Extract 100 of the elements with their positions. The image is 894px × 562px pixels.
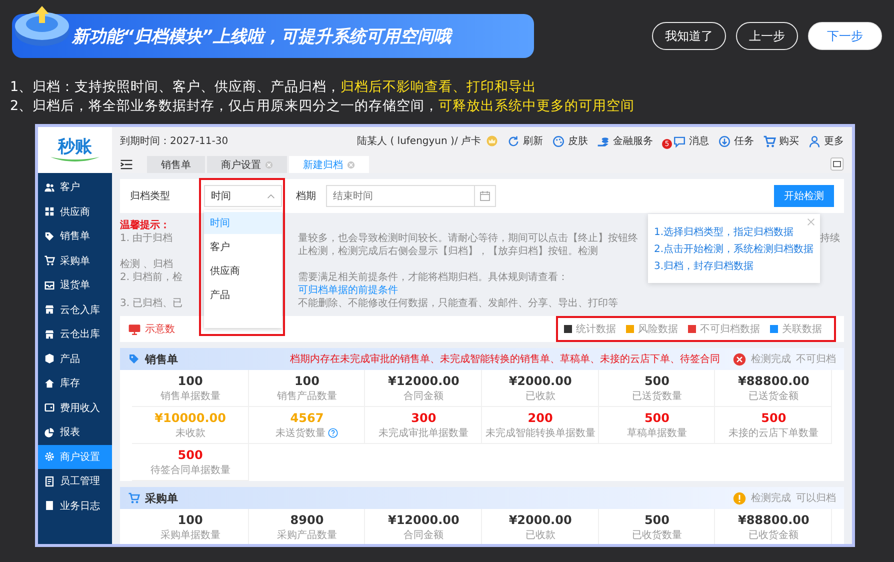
result-text: 不可归档 xyxy=(796,352,836,366)
cart-icon xyxy=(44,255,55,266)
tab[interactable]: 销售单 xyxy=(147,156,205,173)
sidebar-item[interactable]: 报表 xyxy=(38,420,112,444)
stat-value: 300 xyxy=(411,410,436,426)
stat-value: 8900 xyxy=(290,512,324,528)
sidebar-item[interactable]: 退货单 xyxy=(38,273,112,298)
stat-label: 未完成审批单据数量 xyxy=(378,426,469,440)
field-label: 归档类型 xyxy=(130,190,171,203)
card-title: 采购单 xyxy=(145,490,178,506)
stat-value: 100 xyxy=(294,374,320,388)
guide-step: 1.选择归档类型，指定归档数据 xyxy=(654,224,794,241)
stat-label: 已收货金额 xyxy=(748,528,799,542)
sidebar-item[interactable]: 采购单 xyxy=(38,248,112,273)
document-icon xyxy=(44,476,55,487)
stat-value: ¥2000.00 xyxy=(508,512,572,528)
error-icon xyxy=(733,352,746,366)
stat-label: 销售产品数量 xyxy=(276,390,337,402)
note-text: 不能删除、不能修改任何数据，只能查看、发邮件、分享、导出、打印等 xyxy=(298,298,618,309)
user-name: 陆某人 ( lufengyun )/ 卢卡 xyxy=(357,134,481,148)
store-icon xyxy=(44,328,55,340)
menu-icon[interactable] xyxy=(120,158,133,171)
date-field[interactable]: 结束时间 xyxy=(326,185,475,207)
guide-button[interactable]: 下一步 xyxy=(808,22,882,50)
blocks-icon xyxy=(44,206,55,218)
dropdown-option[interactable]: 供应商 xyxy=(204,260,282,282)
stat-label: 合同金额 xyxy=(404,528,444,542)
stat-value: ¥12000.00 xyxy=(388,512,460,528)
sidebar-item[interactable]: 云仓入库 xyxy=(38,298,112,322)
store-icon xyxy=(44,304,55,316)
window-icon[interactable] xyxy=(830,157,844,171)
note-text: 需要满足相关前提条件，才能将档期归档。具体规则请查看： xyxy=(298,272,568,283)
result-text: 可以归档 xyxy=(796,492,836,505)
status-text: 检测完成 xyxy=(751,352,791,366)
stat-label: 草稿单据数量 xyxy=(626,426,687,440)
monitor-icon xyxy=(128,322,141,336)
stat-value: 500 xyxy=(761,410,786,426)
stat-value: 500 xyxy=(644,374,670,388)
close-icon[interactable] xyxy=(807,218,815,226)
stat-label: 采购产品数量 xyxy=(276,528,337,542)
toolbar-button[interactable]: 购买 xyxy=(763,134,799,148)
status-text: 检测完成 xyxy=(751,492,791,505)
legend-label: 关联数据 xyxy=(782,322,822,336)
guide-step: 2.点击开始检测，系统检测归档数据 xyxy=(654,241,814,258)
tip-title: 温馨提示： xyxy=(120,219,171,232)
note-text: 量较多，也会导致检测时间较长。请耐心等待，期间可以点击【终止】按钮终止检测，检测完成后右侧会显示【归档】，【放弃归档】按钮。检测 xyxy=(298,233,638,257)
legend-label: 统计数据 xyxy=(576,322,616,336)
sidebar-item[interactable]: 业务日志 xyxy=(38,494,112,518)
stat-label: 已收款 xyxy=(525,390,556,402)
note-text: 检测 、归档 xyxy=(120,258,174,271)
sidebar-item[interactable]: 产品 xyxy=(38,346,112,371)
toolbar-button[interactable]: 任务 xyxy=(718,134,754,148)
stat-value: 100 xyxy=(178,512,203,528)
stat-label: 待签合同单据数量 xyxy=(150,464,230,476)
sidebar-item[interactable]: 库存 xyxy=(38,371,112,396)
guide-button[interactable]: 我知道了 xyxy=(652,22,726,50)
stat-label: 已收货数量 xyxy=(632,528,682,542)
caret-icon xyxy=(267,194,275,198)
sidebar-item[interactable]: 销售单 xyxy=(38,224,112,248)
stat-value: 200 xyxy=(528,410,553,426)
sidebar-item[interactable]: 供应商 xyxy=(38,200,112,224)
sidebar-item[interactable]: 员工管理 xyxy=(38,469,112,494)
logo: 秒账 xyxy=(38,127,112,173)
help-icon[interactable] xyxy=(328,428,338,438)
toolbar-button[interactable]: 金融服务 xyxy=(597,134,653,148)
toolbar-button[interactable]: 皮肤 xyxy=(552,134,588,148)
dropdown-option[interactable]: 产品 xyxy=(204,284,282,306)
stat-value: 4567 xyxy=(290,410,324,426)
stat-value: ¥10000.00 xyxy=(154,410,226,426)
banner-title: 新功能“归档模块”上线啦，可提升系统可用空间哦 xyxy=(72,26,451,48)
wallet-icon xyxy=(44,402,55,414)
stat-label: 已送货金额 xyxy=(748,390,799,402)
stat-label: 未完成智能转换单据数量 xyxy=(485,426,596,440)
card-title: 销售单 xyxy=(145,352,178,366)
stat-value: ¥12000.00 xyxy=(388,374,460,388)
coins-icon xyxy=(597,134,610,148)
stat-value: 500 xyxy=(178,448,203,462)
dropdown-option[interactable]: 客户 xyxy=(204,236,282,258)
sidebar-item[interactable]: 费用收入 xyxy=(38,396,112,420)
stat-value: ¥88800.00 xyxy=(738,512,810,528)
stat-value: ¥88800.00 xyxy=(738,374,810,388)
tag-icon xyxy=(44,230,55,242)
toolbar-button[interactable]: 消息 xyxy=(673,134,709,148)
sidebar-item[interactable]: 客户 xyxy=(38,175,112,200)
stat-label: 未收款 xyxy=(175,426,206,440)
stat-label: 未送货数量 xyxy=(275,426,326,440)
cart-icon xyxy=(763,134,776,148)
toolbar-button[interactable]: 刷新 xyxy=(507,134,543,148)
stat-label: 未接的云店下单数量 xyxy=(728,426,819,440)
refresh-icon xyxy=(507,134,520,148)
archive-type-select[interactable]: 时间 xyxy=(204,185,282,207)
user-icon xyxy=(808,134,821,148)
stat-value: 500 xyxy=(644,410,670,426)
sidebar-item[interactable]: 云仓出库 xyxy=(38,322,112,346)
tag-icon xyxy=(128,353,140,365)
toolbar-button[interactable]: 更多 xyxy=(808,134,844,148)
tab[interactable]: 商户设置 xyxy=(207,156,287,173)
guide-button[interactable]: 上一步 xyxy=(736,22,798,50)
stat-label: 已送货数量 xyxy=(632,390,682,402)
tray-icon xyxy=(44,280,55,291)
